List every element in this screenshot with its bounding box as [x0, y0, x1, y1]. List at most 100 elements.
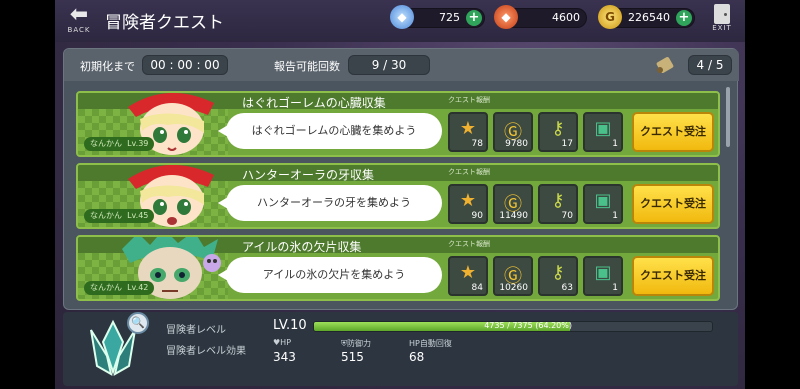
green-key-icon: ⚷ — [551, 190, 565, 211]
currency-ruby: ◆ 4600 — [494, 5, 587, 29]
top-bar: ⬅ BACK 冒険者クエスト ◆ 725 + ◆ 4600 G 226540 +… — [55, 0, 745, 42]
stat-value-defense: 515 — [341, 350, 364, 364]
medal-icon: ★ — [459, 262, 477, 283]
scroll-icon — [656, 57, 674, 73]
reward-gold[interactable]: Ⓖ 10260 — [493, 256, 533, 296]
accept-quest-button[interactable]: クエスト受注 — [632, 184, 714, 224]
currency-value: 725 — [439, 11, 460, 24]
npc-level: Lv.45 — [127, 211, 149, 220]
currency-value: 226540 — [628, 11, 670, 24]
xp-bar: 4735 / 7375 (64.20%) — [313, 321, 713, 332]
magnifier-icon[interactable]: 🔍 — [127, 312, 149, 334]
reward-medal[interactable]: ★ 90 — [448, 184, 488, 224]
reward-key[interactable]: ⚷ 70 — [538, 184, 578, 224]
reward-count: 17 — [561, 139, 573, 149]
currency-diamond: ◆ 725 + — [390, 5, 485, 29]
green-chest-icon: ▣ — [594, 262, 612, 283]
door-icon — [714, 4, 730, 24]
report-label: 報告可能回数 — [274, 60, 340, 73]
quest-message: アイルの氷の欠片を集めよう — [218, 257, 442, 293]
reward-count: 90 — [471, 211, 483, 221]
accept-quest-button[interactable]: クエスト受注 — [632, 256, 714, 296]
diamond-icon: ◆ — [390, 5, 414, 29]
reward-count: 10260 — [499, 283, 528, 293]
quest-info-bar: 初期化まで 00 : 00 : 00 報告可能回数 9 / 30 4 / 5 — [64, 49, 739, 81]
back-button[interactable]: ⬅ BACK — [64, 4, 94, 38]
medal-icon: ★ — [459, 118, 477, 139]
reset-timer: 00 : 00 : 00 — [142, 55, 228, 75]
reward-key[interactable]: ⚷ 17 — [538, 112, 578, 152]
letterbox-right — [745, 0, 800, 389]
letterbox-left — [0, 0, 55, 389]
medal-icon: ★ — [459, 190, 477, 211]
accept-quest-button[interactable]: クエスト受注 — [632, 112, 714, 152]
quest-list-scrollbar[interactable] — [726, 87, 730, 147]
level-label: 冒険者レベル — [166, 325, 226, 336]
level-effect-label: 冒険者レベル効果 — [166, 346, 246, 357]
quest-row: なんかん Lv.39 はぐれゴーレムの心臓収集 クエスト報酬 はぐれゴーレムの心… — [76, 91, 720, 157]
stat-value-hp-regen: 68 — [409, 350, 425, 364]
green-key-icon: ⚷ — [551, 118, 565, 139]
reward-key[interactable]: ⚷ 63 — [538, 256, 578, 296]
reward-chest[interactable]: ▣ 1 — [583, 256, 623, 296]
reward-count: 1 — [612, 283, 618, 293]
gold-coin-icon: G — [598, 5, 622, 29]
level-value: LV.10 — [273, 318, 307, 333]
quest-message: ハンターオーラの牙を集めよう — [218, 185, 442, 221]
npc-level-tag: なんかん Lv.39 — [84, 137, 155, 151]
reward-count: 63 — [561, 283, 573, 293]
back-arrow-icon: ⬅ — [69, 2, 89, 27]
reward-chest[interactable]: ▣ 1 — [583, 184, 623, 224]
npc-name: なんかん — [90, 139, 122, 148]
reward-count: 70 — [561, 211, 573, 221]
adventurer-level-panel: 🔍 冒険者レベル LV.10 4735 / 7375 (64.20%) 冒険者レ… — [63, 312, 738, 386]
currency-value: 4600 — [552, 11, 580, 24]
stat-label-defense: ⛨防御力 — [341, 339, 371, 348]
npc-name: なんかん — [90, 211, 122, 220]
report-count: 9 / 30 — [348, 55, 430, 75]
xp-text: 4735 / 7375 (64.20%) — [484, 321, 572, 330]
page-title: 冒険者クエスト — [105, 13, 224, 33]
reward-count: 9780 — [505, 139, 528, 149]
quest-list: なんかん Lv.39 はぐれゴーレムの心臓収集 クエスト報酬 はぐれゴーレムの心… — [76, 91, 722, 306]
quest-message: はぐれゴーレムの心臓を集めよう — [218, 113, 442, 149]
back-label: BACK — [67, 26, 91, 34]
quest-panel: 初期化まで 00 : 00 : 00 報告可能回数 9 / 30 4 / 5 な… — [63, 48, 739, 310]
ruby-icon: ◆ — [494, 5, 518, 29]
stat-label-hp: ♥HP — [273, 338, 292, 347]
reward-count: 1 — [612, 139, 618, 149]
reward-count: 84 — [471, 283, 483, 293]
exit-label: EXIT — [712, 24, 732, 32]
quest-title: アイルの氷の欠片収集 — [242, 240, 362, 254]
reward-medal[interactable]: ★ 84 — [448, 256, 488, 296]
stat-label-hp-regen: HP自動回復 — [409, 339, 452, 348]
reward-count: 1 — [612, 211, 618, 221]
reward-label: クエスト報酬 — [448, 168, 490, 176]
reward-gold[interactable]: Ⓖ 9780 — [493, 112, 533, 152]
currency-gold: G 226540 + — [598, 5, 695, 29]
quest-title: はぐれゴーレムの心臓収集 — [242, 96, 386, 110]
green-key-icon: ⚷ — [551, 262, 565, 283]
quest-title: ハンターオーラの牙収集 — [242, 168, 375, 182]
reward-label: クエスト報酬 — [448, 240, 490, 248]
reward-count: 11490 — [499, 211, 528, 221]
quest-screen: ⬅ BACK 冒険者クエスト ◆ 725 + ◆ 4600 G 226540 +… — [55, 0, 745, 389]
npc-level-tag: なんかん Lv.42 — [84, 281, 155, 295]
exit-button[interactable]: EXIT — [709, 4, 735, 32]
reward-gold[interactable]: Ⓖ 11490 — [493, 184, 533, 224]
stat-value-hp: 343 — [273, 350, 296, 364]
npc-level: Lv.39 — [127, 139, 149, 148]
add-diamond-button[interactable]: + — [466, 10, 482, 26]
quest-row: なんかん Lv.45 ハンターオーラの牙収集 クエスト報酬 ハンターオーラの牙を… — [76, 163, 720, 229]
reward-label: クエスト報酬 — [448, 96, 490, 104]
npc-name: なんかん — [90, 283, 122, 292]
npc-level: Lv.42 — [127, 283, 149, 292]
add-gold-button[interactable]: + — [676, 10, 692, 26]
reward-medal[interactable]: ★ 78 — [448, 112, 488, 152]
green-chest-icon: ▣ — [594, 190, 612, 211]
reward-count: 78 — [471, 139, 483, 149]
reward-chest[interactable]: ▣ 1 — [583, 112, 623, 152]
npc-level-tag: なんかん Lv.45 — [84, 209, 155, 223]
quest-row: なんかん Lv.42 アイルの氷の欠片収集 クエスト報酬 アイルの氷の欠片を集め… — [76, 235, 720, 301]
page-indicator: 4 / 5 — [688, 55, 732, 75]
